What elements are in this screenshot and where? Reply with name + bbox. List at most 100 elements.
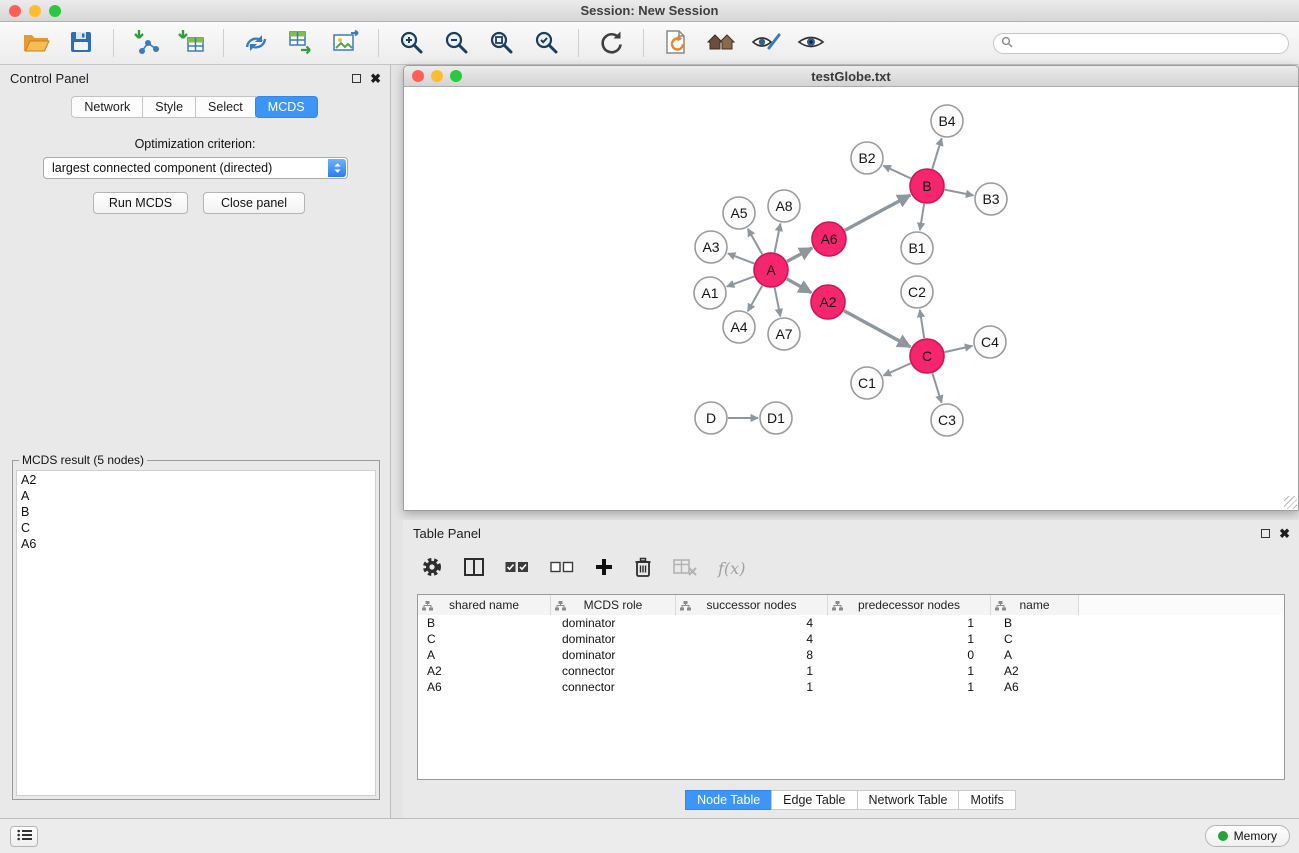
refresh-button[interactable] — [593, 25, 629, 61]
tab-mcds[interactable]: MCDS — [255, 96, 318, 118]
network-node-B4[interactable]: B4 — [931, 105, 963, 137]
tab-motifs[interactable]: Motifs — [958, 790, 1015, 810]
network-node-D1[interactable]: D1 — [760, 402, 792, 434]
network-node-C1[interactable]: C1 — [851, 367, 883, 399]
network-edge-C-C4[interactable] — [945, 346, 973, 352]
close-panel-button[interactable]: Close panel — [203, 192, 305, 214]
tab-style[interactable]: Style — [142, 96, 196, 118]
network-node-B1[interactable]: B1 — [901, 232, 933, 264]
import-network-button[interactable] — [128, 25, 164, 61]
network-node-C2[interactable]: C2 — [901, 276, 933, 308]
criterion-select[interactable]: largest connected component (directed) — [43, 157, 348, 179]
home-button[interactable] — [703, 25, 739, 61]
network-edge-A6-B[interactable] — [845, 195, 911, 230]
deselect-all-button[interactable] — [550, 555, 574, 581]
network-edge-A-A2[interactable] — [787, 279, 812, 293]
function-builder-button[interactable]: f(x) — [718, 555, 745, 581]
settings-gear-button[interactable] — [421, 555, 443, 581]
network-edge-A-A5[interactable] — [748, 229, 762, 255]
table-row[interactable]: A2connector11A2 — [418, 663, 1284, 679]
zoom-fit-button[interactable] — [483, 25, 519, 61]
export-table-button[interactable] — [283, 25, 319, 61]
tab-edge-table[interactable]: Edge Table — [771, 790, 857, 810]
close-panel-icon[interactable]: ✖ — [1279, 527, 1290, 540]
add-row-button[interactable] — [595, 555, 613, 581]
network-edge-C-C2[interactable] — [920, 310, 924, 338]
network-edge-B-B1[interactable] — [920, 204, 924, 230]
export-image-button[interactable] — [328, 25, 364, 61]
apply-style-button[interactable] — [748, 25, 784, 61]
network-node-A6[interactable]: A6 — [812, 222, 846, 256]
run-mcds-button[interactable]: Run MCDS — [93, 192, 188, 214]
tab-network-table[interactable]: Network Table — [857, 790, 960, 810]
network-node-A7[interactable]: A7 — [768, 318, 800, 350]
network-node-C[interactable]: C — [910, 339, 944, 373]
resize-grip[interactable] — [1284, 496, 1297, 509]
float-panel-icon[interactable] — [352, 74, 361, 83]
network-node-B2[interactable]: B2 — [851, 142, 883, 174]
network-window-titlebar[interactable]: testGlobe.txt — [404, 66, 1298, 87]
network-node-C3[interactable]: C3 — [931, 404, 963, 436]
node-table[interactable]: shared nameMCDS rolesuccessor nodesprede… — [417, 594, 1285, 780]
network-edge-A-A4[interactable] — [748, 286, 762, 312]
network-edge-A-A3[interactable] — [728, 253, 754, 263]
float-panel-icon[interactable] — [1261, 529, 1270, 538]
network-edge-A-A8[interactable] — [775, 224, 781, 253]
network-node-C4[interactable]: C4 — [974, 326, 1006, 358]
network-edge-A2-C[interactable] — [844, 311, 911, 347]
zoom-selected-button[interactable] — [528, 25, 564, 61]
delete-table-button[interactable] — [673, 555, 697, 581]
network-node-A5[interactable]: A5 — [723, 197, 755, 229]
panel-selector-button[interactable] — [10, 826, 38, 847]
mcds-result-item[interactable]: A2 — [21, 472, 371, 488]
network-node-D[interactable]: D — [695, 402, 727, 434]
mcds-result-item[interactable]: C — [21, 520, 371, 536]
table-row[interactable]: A6connector11A6 — [418, 679, 1284, 695]
open-session-file-button[interactable] — [658, 25, 694, 61]
zoom-out-button[interactable] — [438, 25, 474, 61]
network-node-A4[interactable]: A4 — [723, 311, 755, 343]
select-all-button[interactable] — [505, 555, 529, 581]
show-columns-button[interactable] — [464, 555, 484, 581]
network-node-A8[interactable]: A8 — [768, 190, 800, 222]
network-edge-B-B2[interactable] — [883, 166, 910, 179]
tab-select[interactable]: Select — [195, 96, 256, 118]
network-node-A1[interactable]: A1 — [694, 277, 726, 309]
delete-row-button[interactable] — [634, 555, 652, 581]
network-node-A[interactable]: A — [754, 253, 788, 287]
search-field[interactable] — [993, 33, 1289, 54]
mcds-result-item[interactable]: B — [21, 504, 371, 520]
import-table-button[interactable] — [173, 25, 209, 61]
close-panel-icon[interactable]: ✖ — [370, 72, 381, 85]
column-header-name[interactable]: name — [991, 595, 1079, 615]
table-row[interactable]: Adominator80A — [418, 647, 1284, 663]
network-edge-A-A1[interactable] — [727, 276, 754, 286]
network-edge-A-A6[interactable] — [787, 248, 812, 262]
mcds-result-list[interactable]: A2ABCA6 — [16, 470, 376, 796]
search-input[interactable] — [1017, 35, 1288, 52]
column-header-successor-nodes[interactable]: successor nodes — [676, 595, 828, 615]
network-edge-C-C1[interactable] — [883, 363, 910, 375]
network-node-A3[interactable]: A3 — [695, 231, 727, 263]
column-header-predecessor-nodes[interactable]: predecessor nodes — [828, 595, 991, 615]
export-network-button[interactable] — [238, 25, 274, 61]
memory-button[interactable]: Memory — [1205, 825, 1290, 847]
network-node-B3[interactable]: B3 — [975, 183, 1007, 215]
column-header-shared-name[interactable]: shared name — [418, 595, 551, 615]
show-details-button[interactable] — [793, 25, 829, 61]
network-node-A2[interactable]: A2 — [811, 285, 845, 319]
network-node-B[interactable]: B — [910, 169, 944, 203]
open-folder-button[interactable] — [18, 25, 54, 61]
tab-node-table[interactable]: Node Table — [685, 790, 772, 810]
zoom-in-button[interactable] — [393, 25, 429, 61]
network-edge-C-C3[interactable] — [932, 373, 941, 403]
table-row[interactable]: Bdominator41B — [418, 615, 1284, 631]
network-edge-B-B4[interactable] — [932, 138, 941, 169]
mcds-result-item[interactable]: A6 — [21, 536, 371, 552]
save-session-button[interactable] — [63, 25, 99, 61]
tab-network[interactable]: Network — [71, 96, 143, 118]
network-edge-A-A7[interactable] — [775, 288, 781, 317]
network-canvas[interactable]: B4 B2 B B3 A8 A5 A6 A3 B1 A A1 C2 A2 A4 A7 C4 C C1 C3 D D1 — [404, 87, 1298, 510]
column-header-mcds-role[interactable]: MCDS role — [551, 595, 676, 615]
table-row[interactable]: Cdominator41C — [418, 631, 1284, 647]
